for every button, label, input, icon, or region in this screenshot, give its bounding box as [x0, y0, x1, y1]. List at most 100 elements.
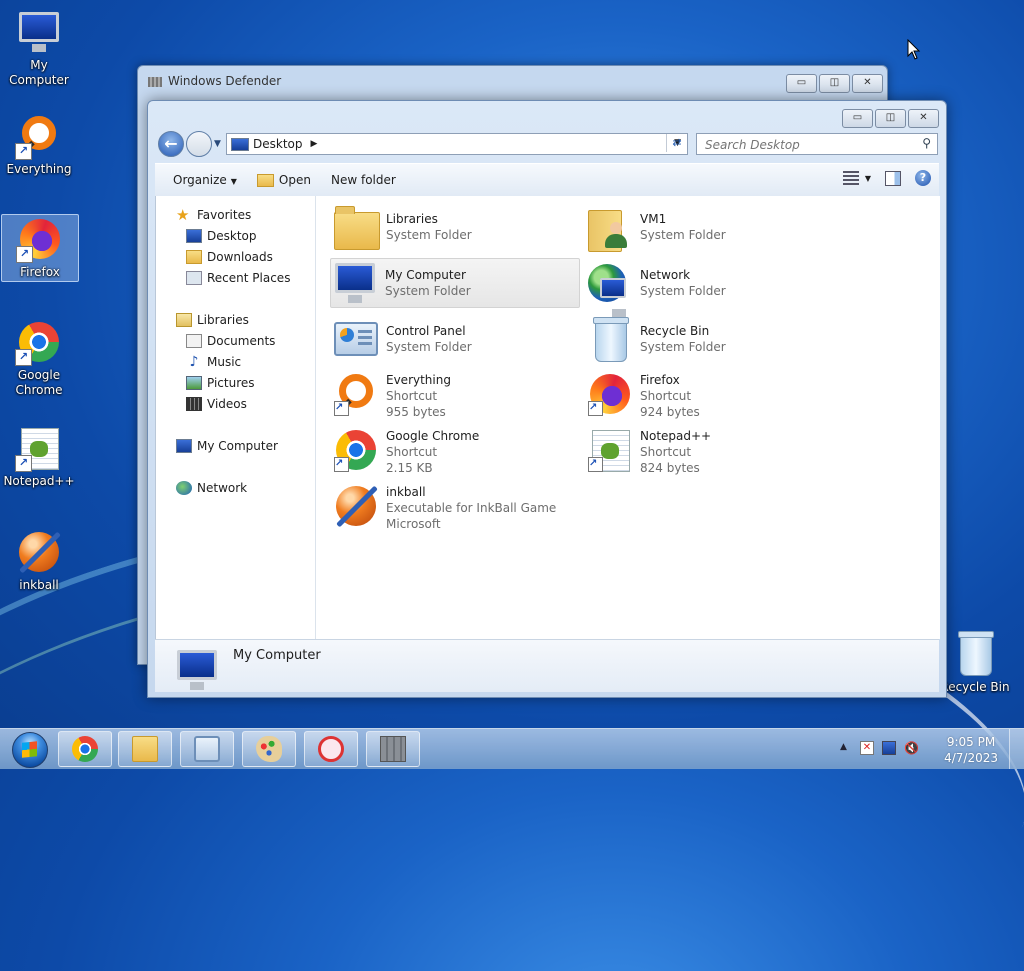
search-box[interactable]: ⚲: [696, 133, 938, 155]
maximize-button[interactable]: ◫: [819, 74, 850, 93]
taskbar-button-castle[interactable]: [366, 731, 420, 767]
nav-item-recent-places[interactable]: Recent Places: [186, 271, 290, 285]
close-button[interactable]: ✕: [908, 109, 939, 128]
nav-libraries[interactable]: Libraries: [176, 313, 249, 327]
breadcrumb-chevron-icon[interactable]: ▶: [311, 139, 318, 149]
show-hidden-icons-button[interactable]: ▲: [840, 742, 847, 752]
start-button[interactable]: [4, 729, 52, 769]
item-type: Shortcut: [640, 445, 692, 459]
list-item-my-computer[interactable]: My Computer System Folder: [330, 258, 580, 308]
organize-button[interactable]: Organize ▼: [163, 169, 247, 191]
back-button[interactable]: ←: [158, 131, 184, 157]
libraries-icon: [334, 206, 380, 250]
nav-item-pictures[interactable]: Pictures: [186, 376, 255, 390]
desktop-icon-label: inkball: [19, 578, 59, 592]
list-item-everything[interactable]: ↗ Everything Shortcut 955 bytes: [332, 370, 582, 420]
show-desktop-button[interactable]: [1009, 729, 1024, 769]
action-center-icon[interactable]: ✕: [860, 741, 874, 755]
preview-pane-button[interactable]: [885, 170, 901, 186]
minimize-button[interactable]: ▭: [786, 74, 817, 93]
list-item-libraries[interactable]: Libraries System Folder: [332, 204, 582, 254]
control-panel-icon: [194, 736, 220, 762]
item-type: System Folder: [386, 340, 472, 354]
item-name: Google Chrome: [386, 429, 480, 443]
computer-icon: [177, 650, 217, 690]
list-item-recycle-bin[interactable]: Recycle Bin System Folder: [586, 316, 836, 366]
taskbar-button-snipping-tool[interactable]: [304, 731, 358, 767]
nav-item-documents[interactable]: Documents: [186, 334, 275, 348]
desktop-icon-firefox[interactable]: ↗ Firefox: [1, 214, 79, 282]
list-item-control-panel[interactable]: Control Panel System Folder: [332, 316, 582, 366]
new-folder-button[interactable]: New folder: [321, 169, 406, 191]
item-type: Shortcut: [640, 389, 692, 403]
clock-date: 4/7/2023: [944, 751, 998, 765]
item-name: Network: [640, 268, 691, 282]
recent-pages-dropdown[interactable]: ▼: [214, 139, 221, 149]
minimize-button[interactable]: ▭: [842, 109, 873, 128]
item-type: System Folder: [640, 284, 726, 298]
nav-label: Downloads: [207, 250, 273, 264]
details-item-name: My Computer: [233, 648, 321, 663]
nav-item-downloads[interactable]: Downloads: [186, 250, 273, 264]
search-input[interactable]: [703, 135, 907, 155]
desktop-icon-inkball[interactable]: inkball: [1, 528, 77, 593]
nav-item-music[interactable]: ♪ Music: [186, 354, 242, 370]
desktop-icon-notepadpp[interactable]: ↗ Notepad++: [1, 424, 77, 489]
nav-item-desktop[interactable]: Desktop: [186, 229, 257, 243]
recycle-bin-icon: [593, 317, 629, 362]
list-item-firefox[interactable]: ↗ Firefox Shortcut 924 bytes: [586, 370, 836, 420]
desktop-icon-everything[interactable]: ↗ Everything: [1, 112, 77, 177]
file-list: Libraries System Folder VM1 System Folder …: [316, 196, 940, 639]
nav-label: Network: [197, 481, 248, 495]
nav-my-computer[interactable]: My Computer: [176, 439, 278, 453]
item-size: 824 bytes: [640, 461, 700, 475]
close-button[interactable]: ✕: [852, 74, 883, 93]
list-item-inkball[interactable]: inkball Executable for InkBall Game Micros…: [332, 482, 612, 532]
list-item-google-chrome[interactable]: ↗ Google Chrome Shortcut 2.15 KB: [332, 426, 582, 476]
downloads-icon: [186, 250, 202, 264]
forward-button[interactable]: [186, 131, 212, 157]
shortcut-arrow-icon: ↗: [588, 401, 603, 416]
explorer-window[interactable]: ▭ ◫ ✕ ← ▼ Desktop ▶ ▼ ⇄ ⚲ Organize▼ Open…: [147, 100, 947, 698]
nav-label: Recent Places: [207, 271, 291, 285]
taskbar-button-paint[interactable]: [242, 731, 296, 767]
shortcut-arrow-icon: ↗: [15, 143, 32, 160]
item-name: My Computer: [385, 268, 466, 282]
new-folder-label: New folder: [330, 173, 396, 187]
libraries-icon: [176, 313, 192, 327]
taskbar-button-explorer[interactable]: [118, 731, 172, 767]
search-icon[interactable]: ⚲: [922, 136, 931, 150]
nav-favorites[interactable]: ★ Favorites: [176, 208, 251, 223]
command-bar: Organize ▼ Open New folder ▼ ?: [155, 163, 939, 197]
nav-label: My Computer: [197, 439, 278, 453]
network-status-icon[interactable]: [882, 741, 896, 755]
desktop-icon-label: Google Chrome: [15, 368, 63, 397]
refresh-button[interactable]: ⇄: [666, 134, 687, 152]
help-button[interactable]: ?: [915, 170, 931, 186]
list-item-notepadpp[interactable]: ↗ Notepad++ Shortcut 824 bytes: [586, 426, 836, 476]
desktop-icon-my-computer[interactable]: My Computer: [1, 8, 77, 88]
music-icon: ♪: [189, 354, 199, 370]
list-item-vm1[interactable]: VM1 System Folder: [586, 204, 836, 254]
desktop-icon-label: Everything: [6, 162, 72, 176]
nav-item-videos[interactable]: Videos: [186, 397, 247, 411]
maximize-button[interactable]: ◫: [875, 109, 906, 128]
taskbar-button-chrome[interactable]: [58, 731, 112, 767]
item-name: Recycle Bin: [640, 324, 710, 338]
address-bar[interactable]: Desktop ▶ ▼: [226, 133, 688, 155]
list-item-network[interactable]: Network System Folder: [586, 260, 836, 317]
taskbar-button-control-panel[interactable]: [180, 731, 234, 767]
mouse-cursor-icon: [907, 39, 921, 60]
open-button[interactable]: Open: [247, 169, 321, 191]
nav-network[interactable]: Network: [176, 481, 247, 495]
windows-logo-icon: [12, 732, 48, 768]
shortcut-arrow-icon: ↗: [334, 457, 349, 472]
desktop-icon-google-chrome[interactable]: ↗ Google Chrome: [1, 318, 77, 398]
computer-icon: [19, 12, 59, 52]
volume-muted-icon[interactable]: 🔇: [904, 741, 919, 755]
desktop-icon-recycle-bin[interactable]: Recycle Bin: [937, 630, 1013, 695]
clock-time: 9:05 PM: [946, 735, 996, 749]
address-path[interactable]: Desktop: [253, 137, 303, 151]
change-view-button[interactable]: ▼: [842, 171, 871, 185]
clock[interactable]: 9:05 PM 4/7/2023: [944, 734, 998, 766]
